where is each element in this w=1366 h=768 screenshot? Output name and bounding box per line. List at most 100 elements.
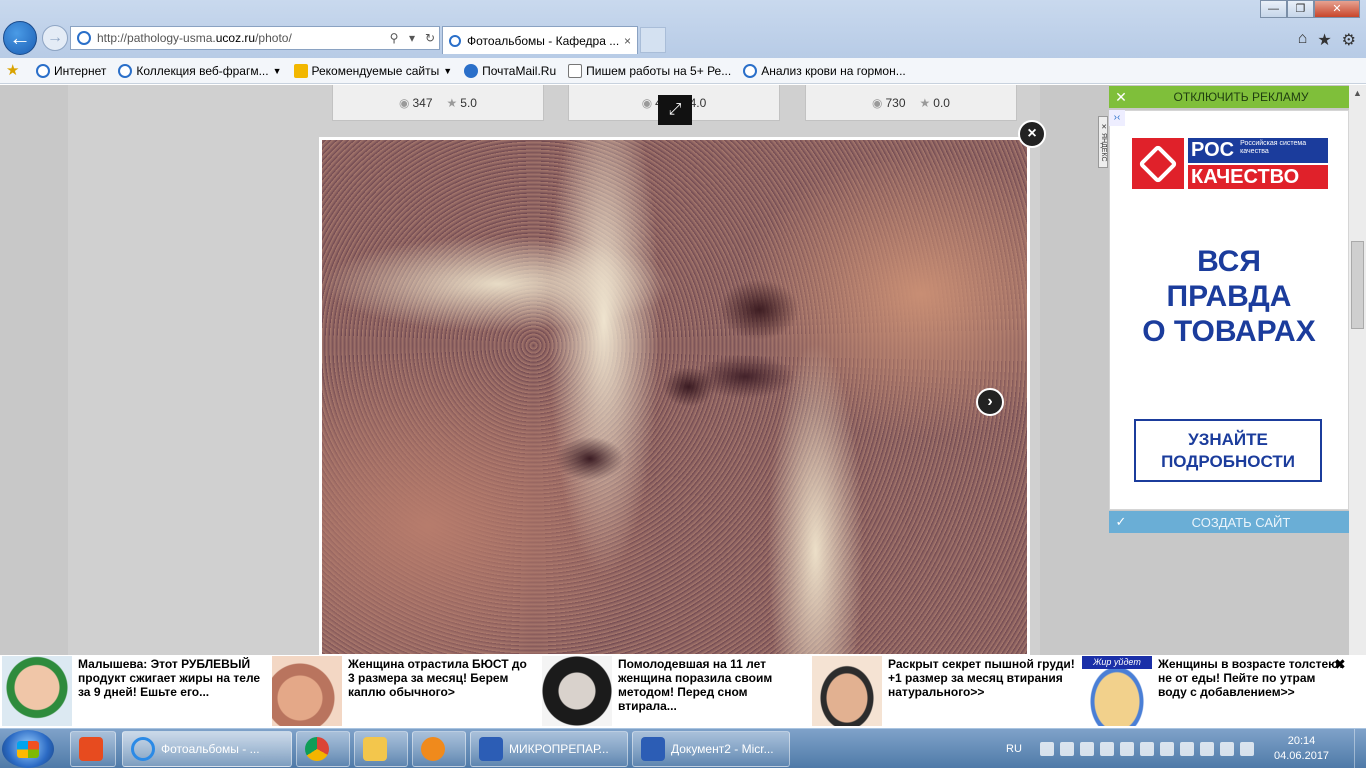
photo-card[interactable]: ◉ 730 ★ 0.0: [805, 85, 1017, 121]
tray-app-icon[interactable]: [1180, 742, 1194, 756]
star-icon: ★: [446, 95, 458, 110]
taskbar-item-word-1[interactable]: МИКРОПРЕПАР...: [470, 731, 628, 767]
tab-photoalbums[interactable]: Фотоальбомы - Кафедра ... ×: [442, 26, 638, 54]
bing-icon: [293, 63, 308, 78]
taskbar-item[interactable]: [354, 731, 408, 767]
tab-title: Фотоальбомы - Кафедра ...: [467, 33, 620, 48]
eye-icon: ◉: [641, 95, 653, 110]
expand-icon[interactable]: ⤢: [658, 95, 692, 125]
mail-icon: [464, 63, 479, 78]
teaser-item[interactable]: Жир уйдет Женщины в возрасте толстеют не…: [1080, 655, 1350, 728]
teaser-item[interactable]: Помолодевшая на 11 лет женщина поразила …: [540, 655, 810, 728]
favorite-internet[interactable]: Интернет: [36, 63, 106, 78]
scroll-up-icon[interactable]: ▲: [1349, 85, 1366, 102]
tab-favicon-icon: [449, 34, 461, 47]
start-button[interactable]: [2, 730, 54, 768]
ad-info-icon[interactable]: ›‹: [1109, 110, 1125, 126]
taskbar-item-browser[interactable]: Фотоальбомы - ...: [122, 731, 292, 767]
tray-app-icon[interactable]: [1060, 742, 1074, 756]
new-tab-button[interactable]: [640, 27, 666, 53]
tab-close-icon[interactable]: ×: [624, 34, 631, 48]
teaser-close-icon[interactable]: ✖: [1333, 657, 1347, 671]
e-icon: [118, 63, 133, 78]
favorite-essays[interactable]: Пишем работы на 5+ Ре...: [568, 63, 731, 78]
taskbar: Фотоальбомы - ... МИКРОПРЕПАР... Докумен…: [0, 728, 1366, 768]
refresh-icon[interactable]: ↻: [421, 31, 439, 45]
tray-app-icon[interactable]: [1200, 742, 1214, 756]
restore-button[interactable]: ❐: [1287, 0, 1314, 18]
scrollbar-thumb[interactable]: [1351, 241, 1364, 329]
favorites-star-icon[interactable]: ★: [6, 63, 24, 78]
photo-card[interactable]: ◉ 347 ★ 5.0: [332, 85, 544, 121]
disable-ads-button[interactable]: ✕ ОТКЛЮЧИТЬ РЕКЛАМУ: [1109, 86, 1349, 108]
system-tray: RU 20:14 04.06.2017: [1000, 729, 1366, 768]
taskbar-item-word-2[interactable]: Документ2 - Micr...: [632, 731, 790, 767]
taskbar-item[interactable]: [70, 731, 116, 767]
home-icon[interactable]: ⌂: [1298, 30, 1308, 50]
tray-app-icon[interactable]: [1120, 742, 1134, 756]
search-icon[interactable]: ⚲: [385, 31, 403, 45]
lightbox-close-button[interactable]: ×: [1018, 120, 1046, 148]
favorite-mail[interactable]: ПочтаMail.Ru: [464, 63, 556, 78]
teaser-image: [542, 656, 612, 726]
teaser-bar: Малышева: Этот РУБЛЕВЫЙ продукт сжигает …: [0, 655, 1350, 728]
favorite-blood-test[interactable]: Анализ крови на гормон...: [743, 63, 906, 78]
doc-icon: [568, 63, 583, 78]
windows-logo-icon: [17, 741, 39, 758]
teaser-item[interactable]: Раскрыт секрет пышной груди! +1 размер з…: [810, 655, 1080, 728]
favorite-web-slices[interactable]: Коллекция веб-фрагм... ▼: [118, 63, 282, 78]
teaser-item[interactable]: Малышева: Этот РУБЛЕВЫЙ продукт сжигает …: [0, 655, 270, 728]
e-icon: [36, 63, 50, 78]
media-icon: [421, 737, 445, 761]
eye-icon: ◉: [872, 95, 883, 110]
teaser-image: [272, 656, 342, 726]
back-button[interactable]: ←: [3, 21, 37, 55]
window-controls: — ❐ ✕: [1260, 0, 1360, 18]
chevron-down-icon[interactable]: ▾: [403, 31, 421, 45]
word-icon: [479, 737, 503, 761]
next-photo-button[interactable]: ›: [976, 388, 1004, 416]
gear-icon[interactable]: ⚙: [1342, 30, 1356, 50]
teaser-image: Жир уйдет: [1082, 656, 1152, 726]
teaser-item[interactable]: Женщина отрастила БЮСТ до 3 размера за м…: [270, 655, 540, 728]
forward-button[interactable]: →: [42, 25, 68, 51]
eye-icon: ◉: [399, 95, 410, 110]
favorites-icon[interactable]: ★: [1317, 30, 1331, 50]
tray-app-icon[interactable]: [1140, 742, 1154, 756]
tray-app-icon[interactable]: [1040, 742, 1054, 756]
favorite-suggested-sites[interactable]: Рекомендуемые сайты ▼: [293, 63, 453, 78]
chrome-icon: [305, 737, 329, 761]
network-icon[interactable]: [1240, 742, 1254, 756]
url-text[interactable]: http://pathology-usma.ucoz.ru/photo/: [97, 31, 385, 45]
clock[interactable]: 20:14 04.06.2017: [1274, 734, 1329, 764]
close-icon: ✕: [1115, 88, 1127, 105]
address-bar[interactable]: http://pathology-usma.ucoz.ru/photo/ ⚲ ▾…: [70, 26, 440, 50]
page-scrollbar[interactable]: ▲: [1349, 85, 1366, 655]
taskbar-item[interactable]: [412, 731, 466, 767]
teaser-image: [812, 656, 882, 726]
ad-headline: ВСЯ ПРАВДА О ТОВАРАХ: [1142, 245, 1316, 348]
create-site-button[interactable]: ✓ СОЗДАТЬ САЙТ: [1109, 511, 1349, 533]
pentagon-logo-icon: [1132, 138, 1184, 189]
tray-app-icon[interactable]: [1100, 742, 1114, 756]
show-desktop-button[interactable]: [1354, 729, 1366, 768]
ad-provider-tag[interactable]: ✕ ЯНДЕКС: [1098, 116, 1108, 168]
window-close-button[interactable]: ✕: [1314, 0, 1360, 18]
tray-icons: [1040, 742, 1254, 756]
folder-icon: [363, 737, 387, 761]
browser-titlebar: ← → http://pathology-usma.ucoz.ru/photo/…: [0, 0, 1366, 58]
language-indicator[interactable]: RU: [1006, 743, 1032, 755]
lightbox-photo[interactable]: [319, 137, 1030, 657]
volume-icon[interactable]: [1220, 742, 1234, 756]
minimize-button[interactable]: —: [1260, 0, 1287, 18]
ad-learn-more-button[interactable]: УЗНАЙТЕ ПОДРОБНОСТИ: [1134, 419, 1322, 482]
roskachestvo-logo: РОС Российская система качества КАЧЕСТВО: [1132, 138, 1328, 189]
teaser-image: [2, 656, 72, 726]
tray-app-icon[interactable]: [1080, 742, 1094, 756]
chevron-down-icon: ▼: [443, 65, 453, 76]
teaser-badge: Жир уйдет: [1082, 656, 1152, 669]
tray-app-icon[interactable]: [1160, 742, 1174, 756]
site-favicon-icon: [77, 31, 91, 45]
red-app-icon: [79, 737, 103, 761]
taskbar-item[interactable]: [296, 731, 350, 767]
